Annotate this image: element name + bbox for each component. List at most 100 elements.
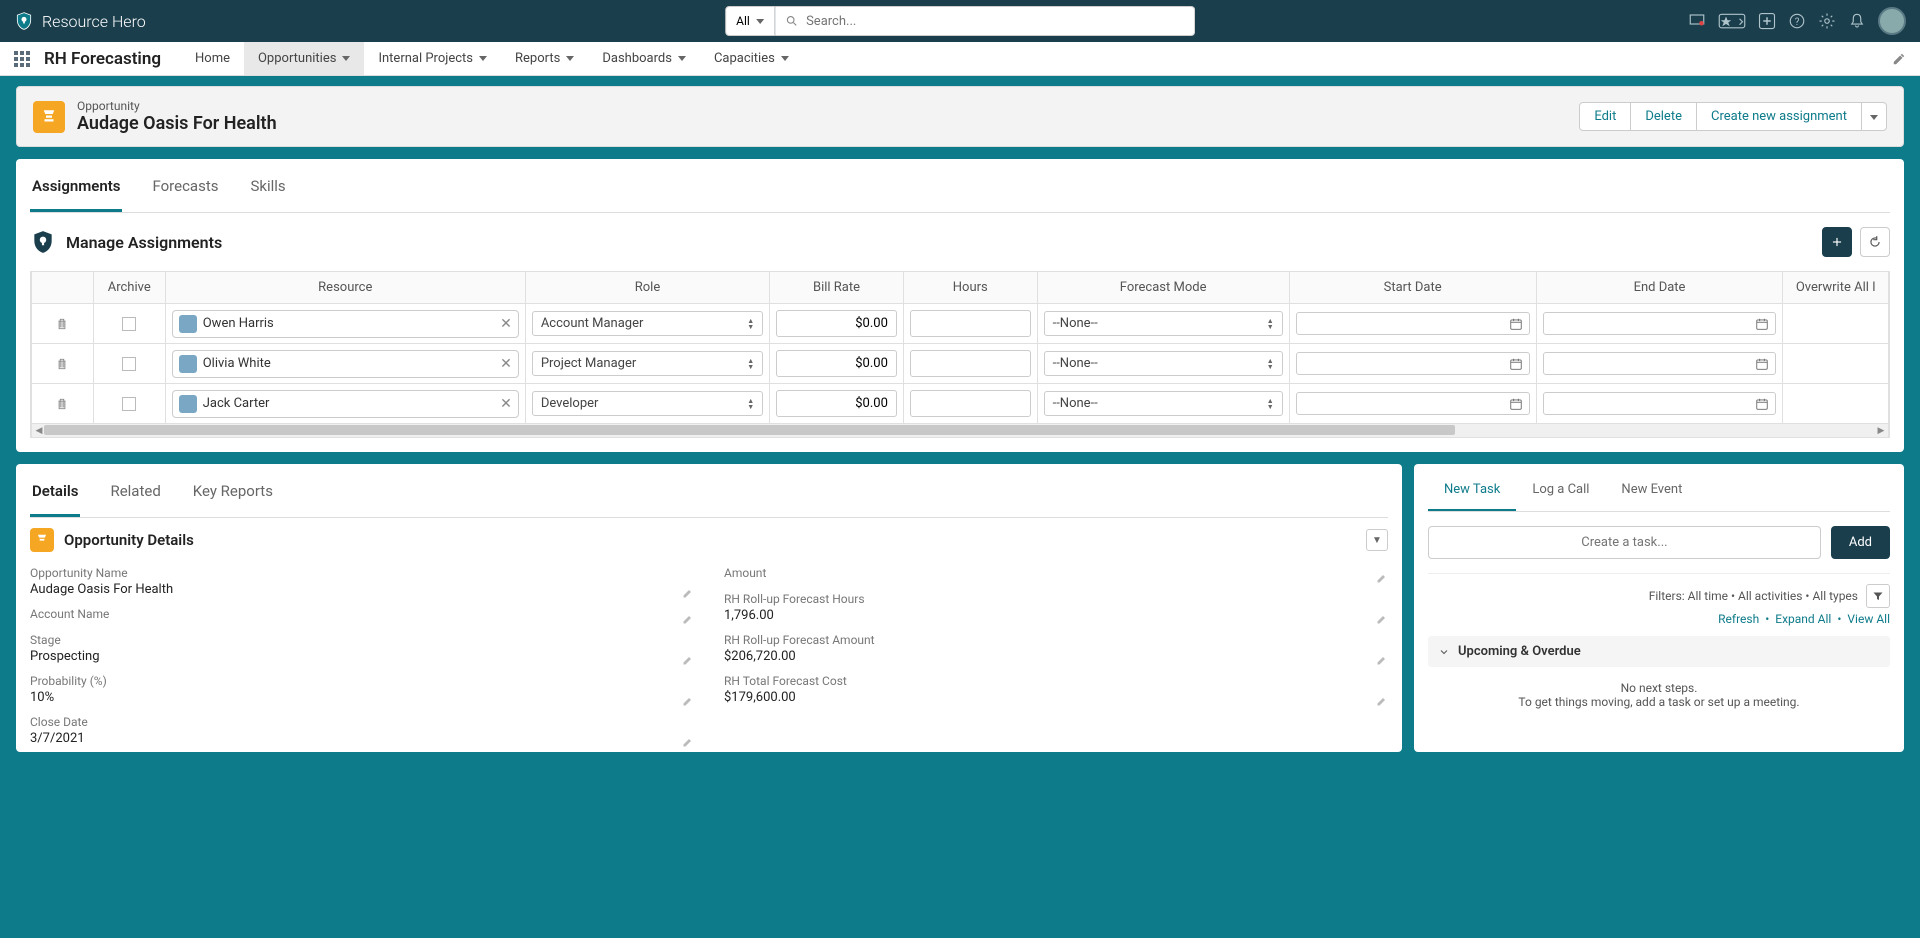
edit-button[interactable]: Edit [1579,102,1631,131]
delete-row-icon[interactable] [38,397,87,411]
end-date-input[interactable] [1543,312,1777,335]
nav-item-capacities[interactable]: Capacities [700,42,803,75]
tab-key-reports[interactable]: Key Reports [191,468,275,517]
start-date-input[interactable] [1296,312,1530,335]
edit-field-icon[interactable] [1376,613,1388,625]
app-name: RH Forecasting [44,49,161,69]
expand-all-link[interactable]: Expand All [1775,612,1831,626]
edit-field-icon[interactable] [682,695,694,707]
delete-button[interactable]: Delete [1630,102,1697,131]
col-overwrite: Overwrite All I [1783,272,1889,304]
edit-field-icon[interactable] [1376,572,1388,584]
scrollbar-thumb[interactable] [44,425,1455,435]
upcoming-overdue-header[interactable]: Upcoming & Overdue [1428,636,1890,667]
edit-field-icon[interactable] [682,736,694,748]
bill-rate-input[interactable] [776,310,897,337]
task-input[interactable] [1428,526,1821,559]
resource-name: Olivia White [203,356,494,371]
tab-new-event[interactable]: New Event [1605,470,1698,511]
collapse-toggle[interactable]: ▼ [1366,529,1388,551]
delete-row-icon[interactable] [38,317,87,331]
refresh-button[interactable] [1860,227,1890,257]
forecast-mode-select[interactable]: --None--▲▼ [1044,311,1283,336]
resource-pill[interactable]: Owen Harris✕ [172,310,519,338]
nav-item-internal-projects[interactable]: Internal Projects [364,42,501,75]
brand-logo[interactable]: Resource Hero [14,10,146,32]
delete-row-icon[interactable] [38,357,87,371]
tab-new-task[interactable]: New Task [1428,470,1516,511]
search-scope-label: All [736,14,750,28]
shield-icon [14,10,34,32]
clear-icon[interactable]: ✕ [500,316,512,332]
tab-log-call[interactable]: Log a Call [1516,470,1605,511]
filter-button[interactable] [1866,584,1890,608]
field-label: RH Roll-up Forecast Amount [724,633,1388,647]
search-box [775,6,1195,36]
add-icon[interactable] [1758,12,1776,30]
more-actions-button[interactable] [1861,102,1887,131]
search-scope-selector[interactable]: All [725,6,775,36]
role-select[interactable]: Account Manager▲▼ [532,311,763,336]
edit-nav-icon[interactable] [1892,52,1906,66]
add-row-button[interactable] [1822,227,1852,257]
scroll-right-arrow[interactable]: ▶ [1874,424,1888,438]
forecast-mode-value: --None-- [1053,356,1098,371]
help-icon[interactable]: ? [1788,12,1806,30]
chevron-down-icon [1870,115,1878,120]
bill-rate-input[interactable] [776,350,897,377]
search-input[interactable] [806,14,1184,29]
app-launcher-icon[interactable] [14,51,30,67]
hours-input[interactable] [910,390,1031,417]
add-task-button[interactable]: Add [1831,526,1890,559]
tab-assignments[interactable]: Assignments [30,163,122,212]
tab-related[interactable]: Related [108,468,162,517]
end-date-input[interactable] [1543,392,1777,415]
favorites-icon[interactable] [1718,12,1746,30]
field-label: Amount [724,566,1388,580]
notifications-icon[interactable] [1848,12,1866,30]
resource-pill[interactable]: Jack Carter ✕ [172,390,519,418]
create-assignment-button[interactable]: Create new assignment [1696,102,1862,131]
clear-icon[interactable]: ✕ [500,396,512,412]
nav-item-reports[interactable]: Reports [501,42,588,75]
nav-item-dashboards[interactable]: Dashboards [588,42,700,75]
col-archive: Archive [93,272,165,304]
tab-skills[interactable]: Skills [248,163,287,212]
role-value: Developer [541,396,599,411]
tab-forecasts[interactable]: Forecasts [150,163,220,212]
start-date-input[interactable] [1296,352,1530,375]
forecast-mode-select[interactable]: --None--▲▼ [1044,391,1283,416]
edit-field-icon[interactable] [682,654,694,666]
flag-icon[interactable] [1688,12,1706,30]
bill-rate-input[interactable] [776,390,897,417]
nav-item-opportunities[interactable]: Opportunities [244,42,364,75]
edit-field-icon[interactable] [682,587,694,599]
clear-icon[interactable]: ✕ [500,356,512,372]
field-value: 3/7/2021 [30,729,694,748]
resource-name: Jack Carter [203,396,494,411]
user-avatar[interactable] [1878,7,1906,35]
view-all-link[interactable]: View All [1847,612,1890,626]
settings-icon[interactable] [1818,12,1836,30]
end-date-input[interactable] [1543,352,1777,375]
forecast-mode-select[interactable]: --None--▲▼ [1044,351,1283,376]
page-container: Opportunity Audage Oasis For Health Edit… [0,76,1920,762]
refresh-link[interactable]: Refresh [1718,612,1759,626]
archive-checkbox[interactable] [122,397,136,411]
archive-checkbox[interactable] [122,317,136,331]
nav-item-home[interactable]: Home [181,42,244,75]
hours-input[interactable] [910,350,1031,377]
hours-input[interactable] [910,310,1031,337]
edit-field-icon[interactable] [1376,695,1388,707]
start-date-input[interactable] [1296,392,1530,415]
resource-pill[interactable]: Olivia White ✕ [172,350,519,378]
role-select[interactable]: Developer▲▼ [532,391,763,416]
edit-field-icon[interactable] [1376,654,1388,666]
role-select[interactable]: Project Manager▲▼ [532,351,763,376]
col-delete [32,272,94,304]
tab-details[interactable]: Details [30,468,80,517]
nav-items: Home Opportunities Internal Projects Rep… [181,42,803,75]
edit-field-icon[interactable] [682,613,694,625]
horizontal-scrollbar[interactable]: ◀ ▶ [31,424,1889,438]
archive-checkbox[interactable] [122,357,136,371]
